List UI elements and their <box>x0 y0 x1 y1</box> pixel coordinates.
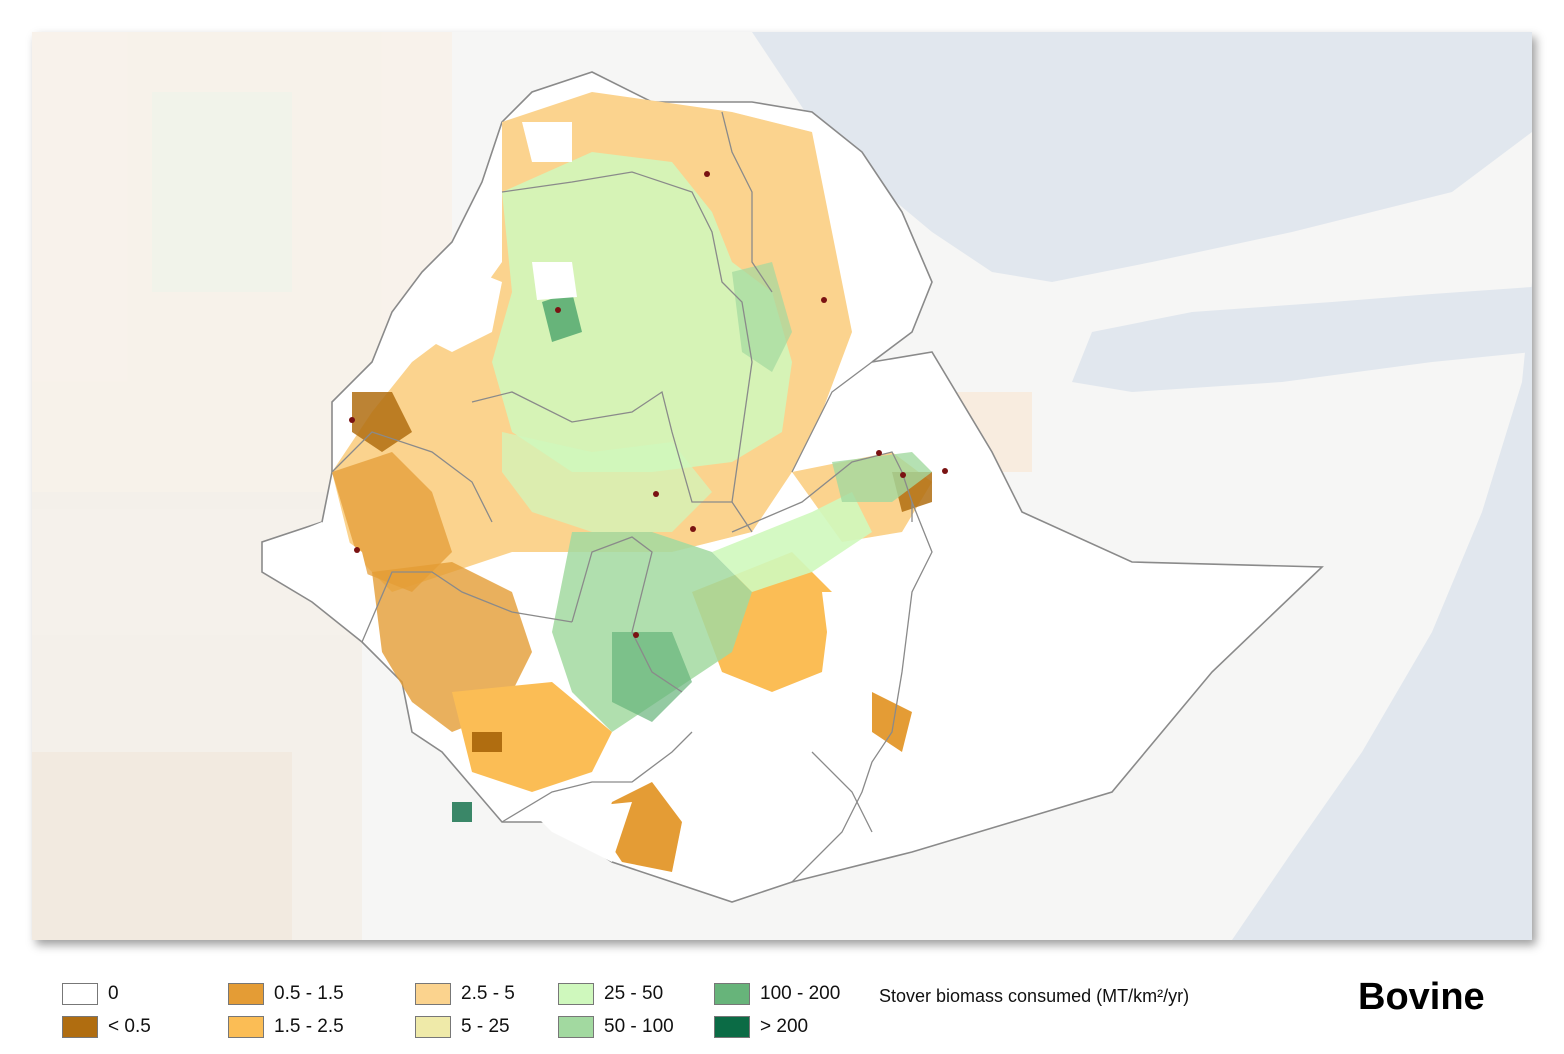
map-panel <box>32 32 1532 940</box>
legend-label: > 200 <box>760 1016 809 1037</box>
legend-label: 5 - 25 <box>461 1016 510 1037</box>
legend-swatch <box>415 1016 451 1038</box>
legend-swatch <box>62 983 98 1005</box>
legend-item-0: 0 <box>62 983 119 1005</box>
legend-item-9: > 200 <box>714 1016 808 1038</box>
city-marker <box>354 547 360 553</box>
legend-label: 0 <box>108 983 119 1004</box>
legend-item-5: 5 - 25 <box>415 1016 510 1038</box>
legend-item-6: 25 - 50 <box>558 983 663 1005</box>
city-marker <box>555 307 561 313</box>
city-marker <box>690 526 696 532</box>
legend-swatch <box>62 1016 98 1038</box>
legend-item-7: 50 - 100 <box>558 1016 674 1038</box>
legend-swatch <box>558 1016 594 1038</box>
legend-label: < 0.5 <box>108 1016 151 1037</box>
city-marker <box>942 468 948 474</box>
legend-swatch <box>714 983 750 1005</box>
legend-swatch <box>415 983 451 1005</box>
legend-label: 2.5 - 5 <box>461 983 515 1004</box>
legend-item-2: 0.5 - 1.5 <box>228 983 344 1005</box>
legend-swatch <box>228 983 264 1005</box>
legend-swatch <box>228 1016 264 1038</box>
city-marker <box>821 297 827 303</box>
city-marker <box>704 171 710 177</box>
legend-swatch <box>558 983 594 1005</box>
city-marker <box>349 417 355 423</box>
legend-label: 25 - 50 <box>604 983 664 1004</box>
city-marker <box>653 491 659 497</box>
legend-swatch <box>714 1016 750 1038</box>
legend-item-3: 1.5 - 2.5 <box>228 1016 344 1038</box>
ethiopia-map <box>32 32 1532 940</box>
legend-item-1: < 0.5 <box>62 1016 151 1038</box>
legend-label: 50 - 100 <box>604 1016 674 1037</box>
city-marker <box>876 450 882 456</box>
legend-label: 100 - 200 <box>760 983 841 1004</box>
city-marker <box>633 632 639 638</box>
city-marker <box>900 472 906 478</box>
species-label: Bovine <box>1358 976 1485 1018</box>
legend-label: 0.5 - 1.5 <box>274 983 344 1004</box>
legend-item-8: 100 - 200 <box>714 983 840 1005</box>
legend-label: 1.5 - 2.5 <box>274 1016 344 1037</box>
legend-item-4: 2.5 - 5 <box>415 983 515 1005</box>
legend-title: Stover biomass consumed (MT/km²/yr) <box>879 986 1190 1006</box>
